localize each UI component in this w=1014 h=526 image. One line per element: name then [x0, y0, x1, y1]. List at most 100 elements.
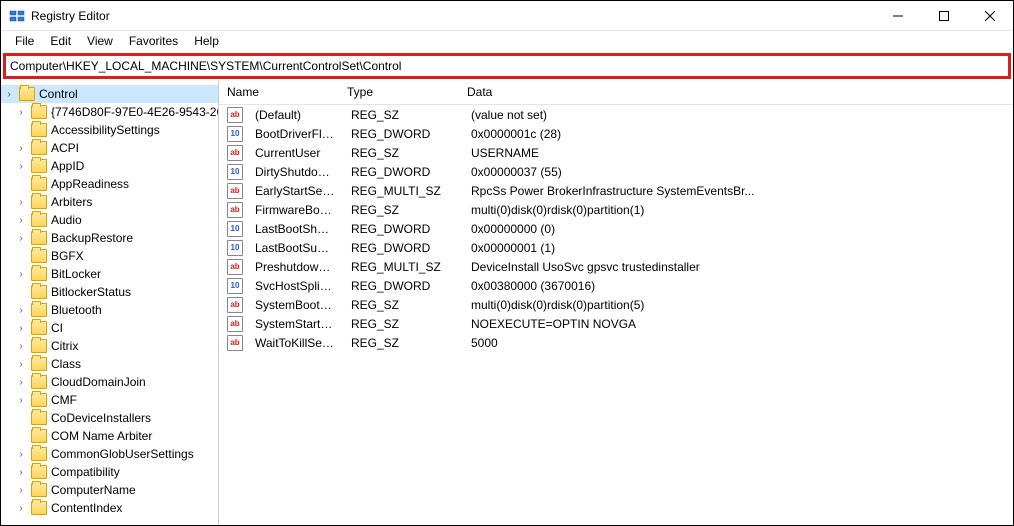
value-row[interactable]: 10LastBootShutdo...REG_DWORD0x00000000 (…: [219, 219, 1013, 238]
menu-favorites[interactable]: Favorites: [121, 32, 186, 50]
value-name: FirmwareBootD...: [247, 203, 343, 217]
tree-item[interactable]: › {7746D80F-97E0-4E26-9543-26B41: [1, 103, 218, 121]
string-value-icon: ab: [227, 335, 243, 351]
expand-icon[interactable]: ›: [15, 449, 27, 460]
tree-item[interactable]: ›BackupRestore: [1, 229, 218, 247]
value-name: SystemStartOpti...: [247, 317, 343, 331]
expand-icon[interactable]: ›: [15, 233, 27, 244]
folder-icon: [31, 501, 47, 515]
expand-icon[interactable]: ›: [15, 107, 27, 118]
value-type: REG_SZ: [343, 298, 463, 312]
tree-item[interactable]: ›ACPI: [1, 139, 218, 157]
value-row[interactable]: abSystemBootDevi...REG_SZmulti(0)disk(0)…: [219, 295, 1013, 314]
tree-item[interactable]: › CommonGlobUserSettings: [1, 445, 218, 463]
value-row[interactable]: ab(Default)REG_SZ(value not set): [219, 105, 1013, 124]
address-bar-highlight: [3, 53, 1011, 79]
expand-icon[interactable]: ›: [15, 305, 27, 316]
menu-file[interactable]: File: [7, 32, 42, 50]
tree-item[interactable]: › CMF: [1, 391, 218, 409]
column-type[interactable]: Type: [339, 81, 459, 104]
column-name[interactable]: Name: [219, 81, 339, 104]
values-list[interactable]: ab(Default)REG_SZ(value not set)10BootDr…: [219, 105, 1013, 525]
expand-icon[interactable]: ›: [15, 215, 27, 226]
value-data: 0x00000037 (55): [463, 165, 1013, 179]
tree-item[interactable]: ›ContentIndex: [1, 499, 218, 517]
value-row[interactable]: 10SvcHostSplitThr...REG_DWORD0x00380000 …: [219, 276, 1013, 295]
expand-icon[interactable]: ›: [15, 161, 27, 172]
tree-item[interactable]: ›CI: [1, 319, 218, 337]
expand-icon[interactable]: ›: [15, 395, 27, 406]
value-row[interactable]: ab SystemStartOpti...REG_SZ NOEXECUTE=OPT…: [219, 314, 1013, 333]
menu-help[interactable]: Help: [186, 32, 227, 50]
value-type: REG_DWORD: [343, 279, 463, 293]
value-type: REG_SZ: [343, 317, 463, 331]
tree-item-label: CommonGlobUserSettings: [51, 447, 194, 461]
tree-item-label: {7746D80F-97E0-4E26-9543-26B41: [51, 105, 218, 119]
tree-item-label: AppReadiness: [51, 177, 129, 191]
close-button[interactable]: [967, 1, 1013, 30]
expand-icon[interactable]: ›: [15, 485, 27, 496]
tree-item[interactable]: ›Audio: [1, 211, 218, 229]
minimize-button[interactable]: [875, 1, 921, 30]
address-bar[interactable]: [6, 56, 1008, 76]
folder-icon: [31, 339, 47, 353]
value-row[interactable]: abCurrentUserREG_SZUSERNAME: [219, 143, 1013, 162]
tree-item-label: Citrix: [51, 339, 78, 353]
expand-icon[interactable]: ›: [15, 341, 27, 352]
tree-item[interactable]: CoDeviceInstallers: [1, 409, 218, 427]
tree-item[interactable]: ›Class: [1, 355, 218, 373]
tree-item[interactable]: ›BitLocker: [1, 265, 218, 283]
value-row[interactable]: 10DirtyShutdownC...REG_DWORD0x00000037 (…: [219, 162, 1013, 181]
tree-item[interactable]: ›AppID: [1, 157, 218, 175]
value-name: WaitToKillServic...: [247, 336, 343, 350]
tree-item-label: AccessibilitySettings: [51, 123, 160, 137]
menu-edit[interactable]: Edit: [42, 32, 79, 50]
tree-item[interactable]: AppReadiness: [1, 175, 218, 193]
value-row[interactable]: abPreshutdownOr...REG_MULTI_SZDeviceInst…: [219, 257, 1013, 276]
value-name: DirtyShutdownC...: [247, 165, 343, 179]
value-row[interactable]: 10LastBootSuccee...REG_DWORD0x00000001 (…: [219, 238, 1013, 257]
values-header: Name Type Data: [219, 81, 1013, 105]
value-row[interactable]: 10BootDriverFlagsREG_DWORD0x0000001c (28…: [219, 124, 1013, 143]
tree-item[interactable]: › Citrix: [1, 337, 218, 355]
value-type: REG_SZ: [343, 108, 463, 122]
expand-icon[interactable]: ›: [15, 143, 27, 154]
tree-item[interactable]: › Compatibility: [1, 463, 218, 481]
folder-icon: [31, 231, 47, 245]
tree-item[interactable]: ›Bluetooth: [1, 301, 218, 319]
tree-item[interactable]: ›Arbiters: [1, 193, 218, 211]
expand-icon[interactable]: ›: [15, 503, 27, 514]
expand-icon[interactable]: ›: [15, 359, 27, 370]
tree-item[interactable]: AccessibilitySettings: [1, 121, 218, 139]
tree-item[interactable]: ›ComputerName: [1, 481, 218, 499]
expand-icon[interactable]: ›: [15, 323, 27, 334]
tree-item[interactable]: ›CloudDomainJoin: [1, 373, 218, 391]
string-value-icon: ab: [227, 316, 243, 332]
titlebar: Registry Editor: [1, 1, 1013, 31]
value-row[interactable]: abFirmwareBootD...REG_SZmulti(0)disk(0)r…: [219, 200, 1013, 219]
tree-pane: ›Control›{7746D80F-97E0-4E26-9543-26B41A…: [1, 81, 219, 525]
tree-item[interactable]: ›Control: [1, 85, 218, 103]
value-row[interactable]: abEarlyStartServicesREG_MULTI_SZRpcSs Po…: [219, 181, 1013, 200]
expand-icon[interactable]: ›: [15, 377, 27, 388]
expand-icon[interactable]: ›: [3, 89, 15, 100]
column-data[interactable]: Data: [459, 81, 1013, 104]
expand-icon[interactable]: ›: [15, 197, 27, 208]
expand-icon[interactable]: ›: [15, 269, 27, 280]
value-data: NOEXECUTE=OPTIN NOVGA: [463, 317, 1013, 331]
tree-scroll[interactable]: ›Control›{7746D80F-97E0-4E26-9543-26B41A…: [1, 81, 218, 525]
dword-value-icon: 10: [227, 164, 243, 180]
menu-view[interactable]: View: [79, 32, 121, 50]
value-type: REG_DWORD: [343, 127, 463, 141]
tree-item-label: CMF: [51, 393, 77, 407]
maximize-button[interactable]: [921, 1, 967, 30]
tree-item[interactable]: BitlockerStatus: [1, 283, 218, 301]
expand-icon[interactable]: ›: [15, 467, 27, 478]
tree-item[interactable]: COM Name Arbiter: [1, 427, 218, 445]
tree-item[interactable]: BGFX: [1, 247, 218, 265]
value-row[interactable]: abWaitToKillServic...REG_SZ5000: [219, 333, 1013, 352]
tree-item-label: Compatibility: [51, 465, 120, 479]
value-type: REG_MULTI_SZ: [343, 184, 463, 198]
registry-tree: ›Control›{7746D80F-97E0-4E26-9543-26B41A…: [1, 81, 218, 521]
value-data: multi(0)disk(0)rdisk(0)partition(1): [463, 203, 1013, 217]
